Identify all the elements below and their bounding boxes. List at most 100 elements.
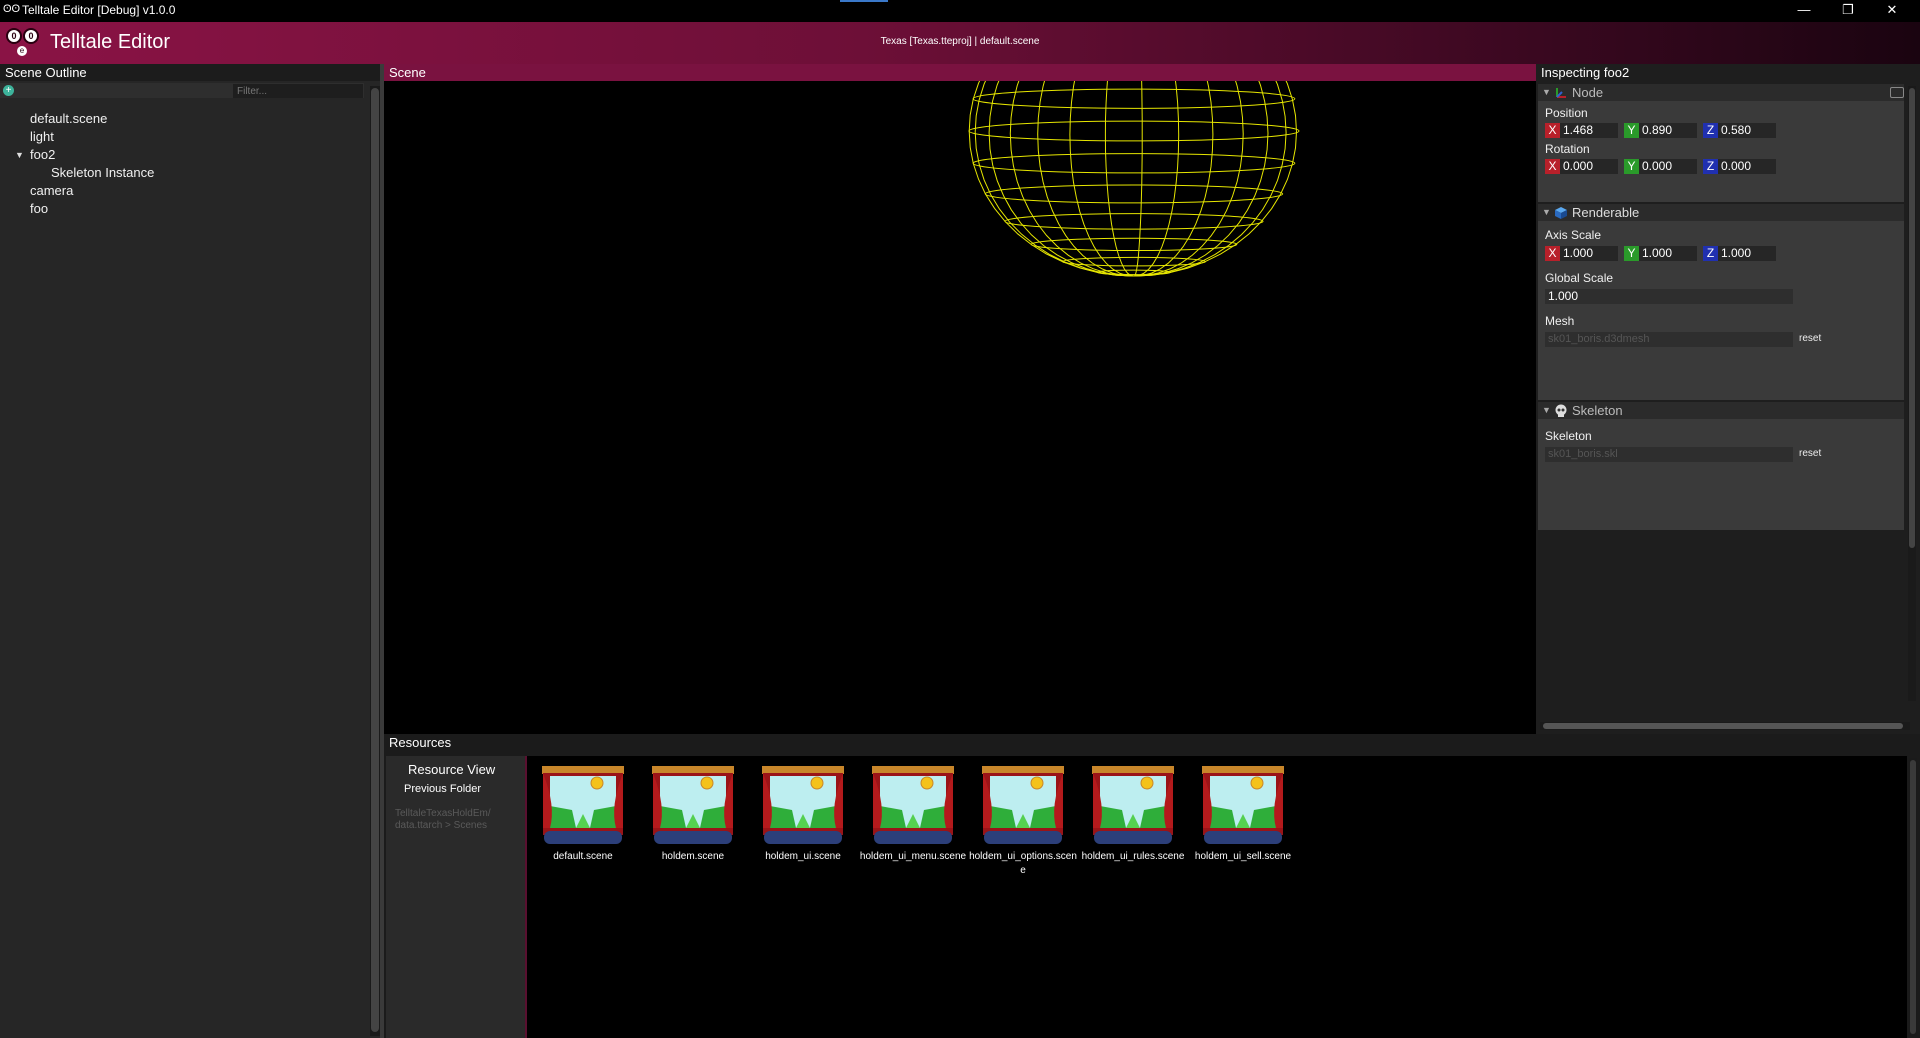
axis-scale-x-field[interactable]: 1.000 — [1560, 246, 1618, 261]
node-section: ▼ Node Position X 1.468 Y 0.890 Z 0.580 … — [1538, 84, 1904, 202]
resource-item[interactable]: holdem_ui.scene — [747, 766, 847, 886]
resource-path: TelltaleTexasHoldEm/ data.ttarch > Scene… — [395, 808, 491, 831]
scene-viewport[interactable] — [384, 81, 1536, 734]
sphere-longitude-line — [1009, 81, 1135, 277]
skeleton-section: ▼ Skeleton Skeleton sk01_boris.skl reset — [1538, 402, 1904, 530]
rotation-x-field[interactable]: 0.000 — [1560, 159, 1618, 174]
skeleton-section-header[interactable]: ▼ Skeleton — [1538, 402, 1904, 419]
resource-item[interactable]: holdem.scene — [637, 766, 737, 886]
app-header: 0 0 e Telltale Editor Texas [Texas.ttepr… — [0, 22, 1920, 64]
sphere-longitude-line — [974, 81, 1135, 277]
inspector-vscrollbar[interactable] — [1908, 86, 1916, 701]
outline-scroll-thumb[interactable] — [371, 88, 379, 1032]
tree-item-light[interactable]: light — [30, 129, 54, 144]
position-z-field[interactable]: 0.580 — [1718, 123, 1776, 138]
global-scale-label: Global Scale — [1545, 271, 1614, 285]
resource-item[interactable]: holdem_ui_rules.scene — [1077, 766, 1184, 886]
sphere-longitude-line — [1133, 81, 1287, 277]
sphere-longitude-line — [968, 81, 1135, 277]
skeleton-label: Skeleton — [1545, 429, 1592, 443]
title-accent-strip — [840, 0, 888, 2]
skeleton-field[interactable]: sk01_boris.skl — [1545, 447, 1793, 462]
node-axes-icon — [1556, 88, 1566, 98]
tree-item-foo[interactable]: foo — [30, 201, 48, 216]
resource-file-name: holdem_ui_rules.scene — [1081, 851, 1185, 862]
tree-item-camera[interactable]: camera — [30, 183, 73, 198]
node-section-header[interactable]: ▼ Node — [1538, 84, 1904, 101]
resources-title: Resources — [384, 734, 1920, 751]
sphere-longitude-line — [1133, 81, 1143, 277]
resource-item[interactable]: holdem_ui_options.scene — [967, 766, 1077, 886]
resource-scroll-thumb[interactable] — [1910, 760, 1916, 1034]
scene-file-icon — [542, 766, 624, 844]
logo-nose: e — [17, 46, 27, 56]
previous-folder-button[interactable]: Previous Folder — [404, 783, 481, 795]
skeleton-reset-button[interactable]: reset — [1799, 448, 1821, 459]
position-label: Position — [1545, 106, 1588, 120]
collapse-arrow-icon[interactable]: ▼ — [1542, 84, 1551, 101]
sphere-latitude-line — [968, 120, 1300, 142]
sphere-latitude-line — [972, 153, 1296, 174]
renderable-section-header[interactable]: ▼ Renderable — [1538, 204, 1904, 221]
mesh-field[interactable]: sk01_boris.d3dmesh — [1545, 332, 1793, 347]
resource-file-name: holdem_ui_options.scene — [969, 851, 1077, 876]
tree-item-default-scene[interactable]: default.scene — [30, 111, 107, 126]
rotation-z-field[interactable]: 0.000 — [1718, 159, 1776, 174]
sphere-latitude-line — [1030, 237, 1238, 252]
rotation-label: Rotation — [1545, 142, 1590, 156]
renderable-section-title: Renderable — [1572, 205, 1640, 220]
cube-icon — [1555, 207, 1567, 219]
scene-panel: Scene — [384, 64, 1536, 734]
axis-scale-label: Axis Scale — [1545, 228, 1602, 242]
scene-outline-panel: Scene Outline + default.scene light ▼ fo… — [0, 64, 384, 1038]
collapse-arrow-icon[interactable]: ▼ — [1542, 204, 1551, 221]
outline-filter-input[interactable] — [233, 84, 363, 98]
sphere-longitude-line — [988, 81, 1135, 277]
window-titlebar: ʘʘ Telltale Editor [Debug] v1.0.0 — ❐ ✕ — [0, 0, 1920, 22]
axis-z-tag: Z — [1703, 246, 1718, 261]
close-button[interactable]: ✕ — [1870, 0, 1914, 22]
tree-item-skeleton-instance[interactable]: Skeleton Instance — [51, 165, 154, 180]
resource-file-name: holdem_ui.scene — [765, 851, 841, 862]
expand-arrow-icon[interactable]: ▼ — [15, 150, 24, 160]
resource-scrollbar[interactable] — [1909, 758, 1917, 1036]
scene-file-icon — [652, 766, 734, 844]
axis-scale-y-field[interactable]: 1.000 — [1639, 246, 1697, 261]
resource-item[interactable]: holdem_ui_sell.scene — [1187, 766, 1291, 886]
axis-x-tag: X — [1545, 159, 1560, 174]
minimize-button[interactable]: — — [1782, 0, 1826, 22]
inspector-title: Inspecting foo2 — [1536, 64, 1920, 81]
sphere-latitude-line — [972, 88, 1296, 109]
resource-view-title: Resource View — [408, 762, 496, 777]
scene-file-icon — [762, 766, 844, 844]
scene-file-icon — [1092, 766, 1174, 844]
collapse-arrow-icon[interactable]: ▼ — [1542, 402, 1551, 419]
axis-z-tag: Z — [1703, 159, 1718, 174]
restore-button[interactable]: ❐ — [1826, 0, 1870, 22]
resource-item[interactable]: holdem_ui_menu.scene — [857, 766, 966, 886]
window-title: Telltale Editor [Debug] v1.0.0 — [22, 3, 176, 17]
options-icon[interactable] — [1890, 87, 1904, 98]
resource-item[interactable]: default.scene — [527, 766, 627, 886]
sphere-latitude-line — [984, 184, 1284, 204]
position-x-field[interactable]: 1.468 — [1560, 123, 1618, 138]
tree-item-foo2[interactable]: foo2 — [30, 147, 55, 162]
position-y-field[interactable]: 0.890 — [1639, 123, 1697, 138]
resource-file-name: holdem_ui_menu.scene — [859, 851, 967, 862]
axis-scale-z-field[interactable]: 1.000 — [1718, 246, 1776, 261]
inspector-vscroll-thumb[interactable] — [1909, 88, 1915, 548]
scene-file-icon — [872, 766, 954, 844]
axis-y-tag: Y — [1624, 123, 1639, 138]
add-node-icon[interactable]: + — [3, 85, 14, 96]
outline-scrollbar[interactable] — [370, 86, 380, 1036]
mesh-reset-button[interactable]: reset — [1799, 333, 1821, 344]
rotation-y-field[interactable]: 0.000 — [1639, 159, 1697, 174]
wireframe-sphere — [968, 81, 1300, 277]
resources-panel: Resources Resource View Previous Folder … — [384, 734, 1920, 1038]
sphere-longitude-line — [1069, 81, 1135, 277]
inspector-hscrollbar[interactable] — [1540, 722, 1910, 730]
resource-nav: Resource View Previous Folder TelltaleTe… — [386, 756, 526, 1038]
inspector-hscroll-thumb[interactable] — [1543, 723, 1903, 729]
global-scale-field[interactable]: 1.000 — [1545, 289, 1793, 304]
scene-file-icon — [1202, 766, 1284, 844]
